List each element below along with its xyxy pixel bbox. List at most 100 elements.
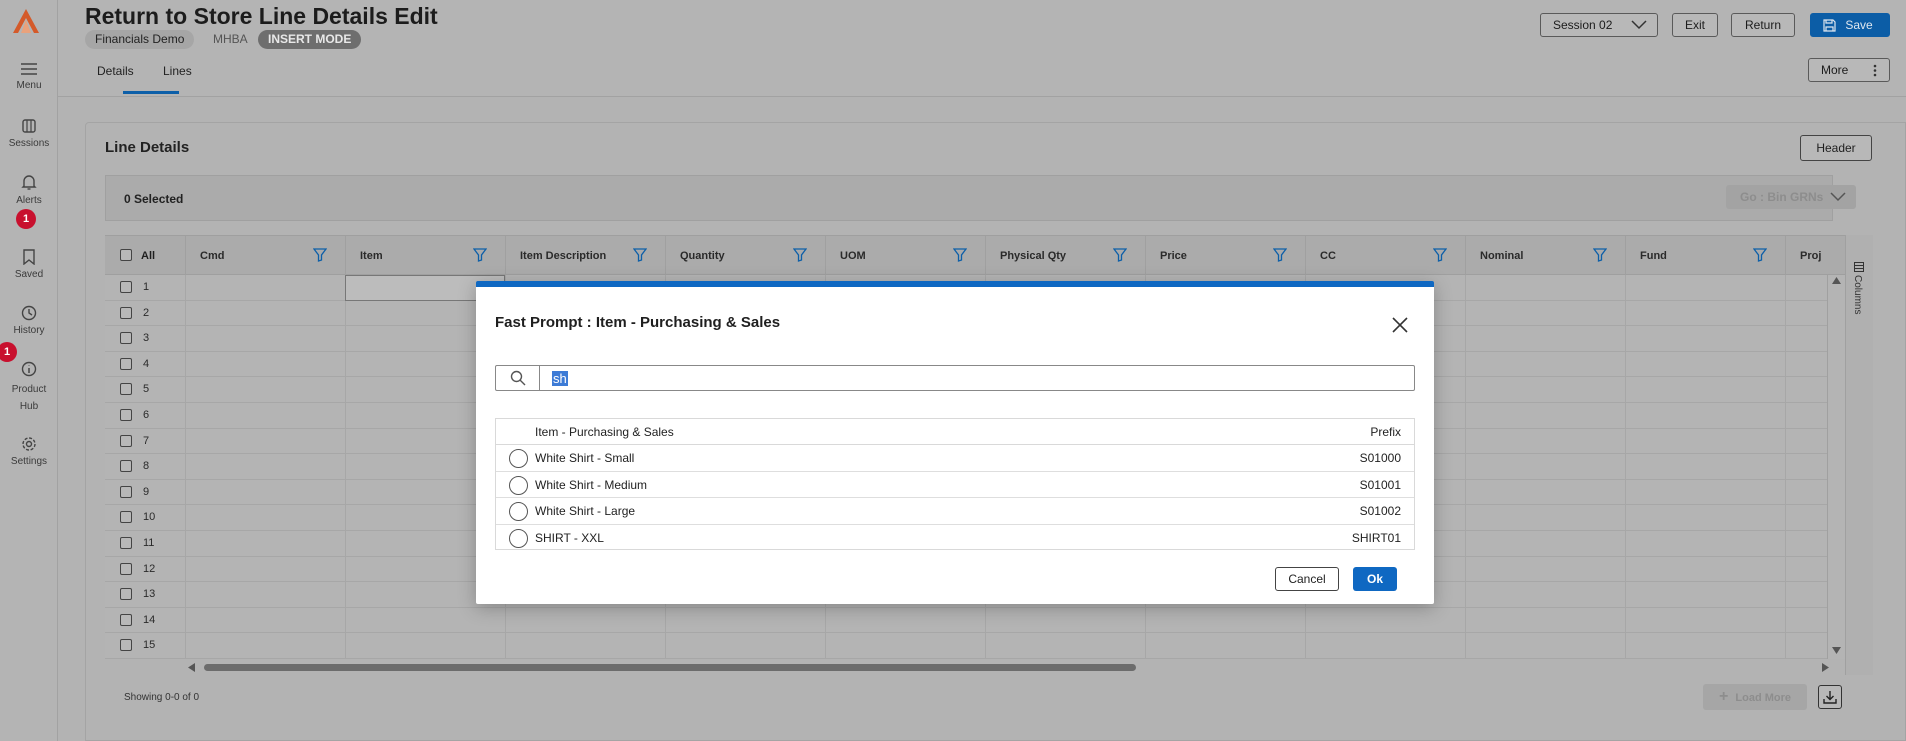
nav-menu[interactable]: Menu	[0, 62, 58, 91]
grid-cell[interactable]	[185, 505, 345, 531]
filter-icon[interactable]	[1753, 248, 1767, 262]
grid-cell[interactable]	[185, 633, 345, 659]
row-checkbox[interactable]	[120, 434, 132, 447]
nav-settings[interactable]: Settings	[0, 436, 58, 467]
grid-cell[interactable]	[1305, 633, 1465, 659]
result-radio[interactable]	[509, 475, 528, 495]
grid-cell[interactable]	[345, 607, 505, 634]
row-checkbox[interactable]	[120, 357, 132, 370]
select-all-checkbox[interactable]	[120, 249, 132, 261]
grid-cell[interactable]	[185, 479, 345, 506]
grid-cell[interactable]	[1625, 505, 1785, 531]
grid-cell[interactable]	[825, 633, 985, 659]
cancel-button[interactable]: Cancel	[1275, 567, 1339, 591]
result-row[interactable]: White Shirt - Large S01002	[496, 498, 1414, 525]
result-radio[interactable]	[509, 502, 528, 521]
grid-cell[interactable]	[1625, 633, 1785, 659]
grid-cell[interactable]	[1785, 377, 1827, 403]
ok-button[interactable]: Ok	[1353, 567, 1397, 591]
grid-cell[interactable]	[1145, 607, 1305, 634]
row-checkbox[interactable]	[120, 537, 132, 549]
load-more-button[interactable]: + Load More	[1703, 684, 1807, 710]
grid-cell[interactable]	[185, 582, 345, 608]
grid-cell[interactable]	[1625, 454, 1785, 480]
row-checkbox[interactable]	[120, 562, 132, 575]
row-checkbox[interactable]	[120, 332, 132, 345]
grid-cell[interactable]	[985, 607, 1145, 634]
grid-cell[interactable]	[825, 607, 985, 634]
grid-cell[interactable]	[1625, 582, 1785, 608]
grid-cell[interactable]	[1305, 607, 1465, 634]
filter-icon[interactable]	[313, 248, 327, 262]
grid-cell[interactable]	[505, 633, 665, 659]
header-button[interactable]: Header	[1800, 135, 1872, 161]
tab-lines[interactable]: Lines	[163, 64, 192, 78]
grid-cell[interactable]	[1785, 479, 1827, 506]
grid-cell[interactable]	[345, 633, 505, 659]
grid-cell[interactable]	[185, 531, 345, 557]
filter-icon[interactable]	[1273, 248, 1287, 262]
grid-cell[interactable]	[1465, 454, 1625, 480]
scroll-left-icon[interactable]	[188, 663, 195, 672]
grid-cell[interactable]	[1785, 556, 1827, 583]
grid-cell[interactable]	[1465, 300, 1625, 327]
nav-saved[interactable]: Saved	[0, 249, 58, 280]
grid-cell[interactable]	[185, 454, 345, 480]
close-icon[interactable]	[1390, 315, 1410, 335]
goto-dropdown[interactable]: Go : Bin GRNs	[1726, 185, 1856, 209]
grid-cell[interactable]	[1785, 454, 1827, 480]
grid-cell[interactable]	[1785, 275, 1827, 301]
grid-cell[interactable]	[1625, 556, 1785, 583]
grid-cell[interactable]	[185, 351, 345, 378]
grid-cell[interactable]	[505, 607, 665, 634]
grid-cell[interactable]	[1465, 326, 1625, 352]
grid-cell[interactable]	[1785, 403, 1827, 429]
filter-icon[interactable]	[1113, 248, 1127, 262]
result-radio[interactable]	[509, 449, 528, 468]
grid-cell[interactable]	[1465, 479, 1625, 506]
grid-cell[interactable]	[1465, 377, 1625, 403]
grid-cell[interactable]	[1625, 300, 1785, 327]
scroll-down-icon[interactable]	[1832, 647, 1841, 654]
filter-icon[interactable]	[1433, 248, 1447, 262]
tab-details[interactable]: Details	[97, 64, 134, 78]
grid-cell[interactable]	[1465, 607, 1625, 634]
grid-cell[interactable]	[185, 607, 345, 634]
save-button[interactable]: Save	[1810, 13, 1890, 37]
grid-cell[interactable]	[1785, 351, 1827, 378]
grid-cell[interactable]	[1465, 531, 1625, 557]
grid-cell[interactable]	[1465, 403, 1625, 429]
row-checkbox[interactable]	[120, 511, 132, 524]
grid-cell[interactable]	[185, 556, 345, 583]
columns-panel-toggle[interactable]: Columns	[1845, 235, 1873, 675]
grid-cell[interactable]	[665, 633, 825, 659]
grid-cell[interactable]	[1785, 326, 1827, 352]
grid-cell[interactable]	[1785, 582, 1827, 608]
nav-alerts[interactable]: Alerts	[0, 174, 58, 206]
grid-cell[interactable]	[1785, 505, 1827, 531]
result-row[interactable]: White Shirt - Medium S01001	[496, 472, 1414, 498]
row-checkbox[interactable]	[120, 306, 132, 319]
grid-cell[interactable]	[1465, 428, 1625, 455]
grid-cell[interactable]	[1625, 479, 1785, 506]
grid-cell[interactable]	[1145, 633, 1305, 659]
filter-icon[interactable]	[953, 248, 967, 262]
grid-cell[interactable]	[1625, 351, 1785, 378]
column-header-proj[interactable]: Proj	[1785, 236, 1845, 276]
nav-sessions[interactable]: Sessions	[0, 118, 58, 149]
grid-cell[interactable]	[1465, 505, 1625, 531]
scroll-up-icon[interactable]	[1832, 277, 1841, 284]
more-button[interactable]: More	[1808, 58, 1890, 82]
grid-cell[interactable]	[1785, 607, 1827, 634]
scroll-right-icon[interactable]	[1822, 663, 1829, 672]
session-dropdown[interactable]: Session 02	[1540, 13, 1658, 37]
grid-cell[interactable]	[1465, 633, 1625, 659]
row-checkbox[interactable]	[120, 383, 132, 396]
grid-cell[interactable]	[1465, 275, 1625, 301]
grid-cell[interactable]	[185, 300, 345, 327]
grid-cell[interactable]	[185, 275, 345, 301]
grid-cell[interactable]	[1785, 531, 1827, 557]
filter-icon[interactable]	[1593, 248, 1607, 262]
horizontal-scroll-thumb[interactable]	[204, 664, 1136, 671]
search-input[interactable]: sh	[552, 371, 568, 386]
